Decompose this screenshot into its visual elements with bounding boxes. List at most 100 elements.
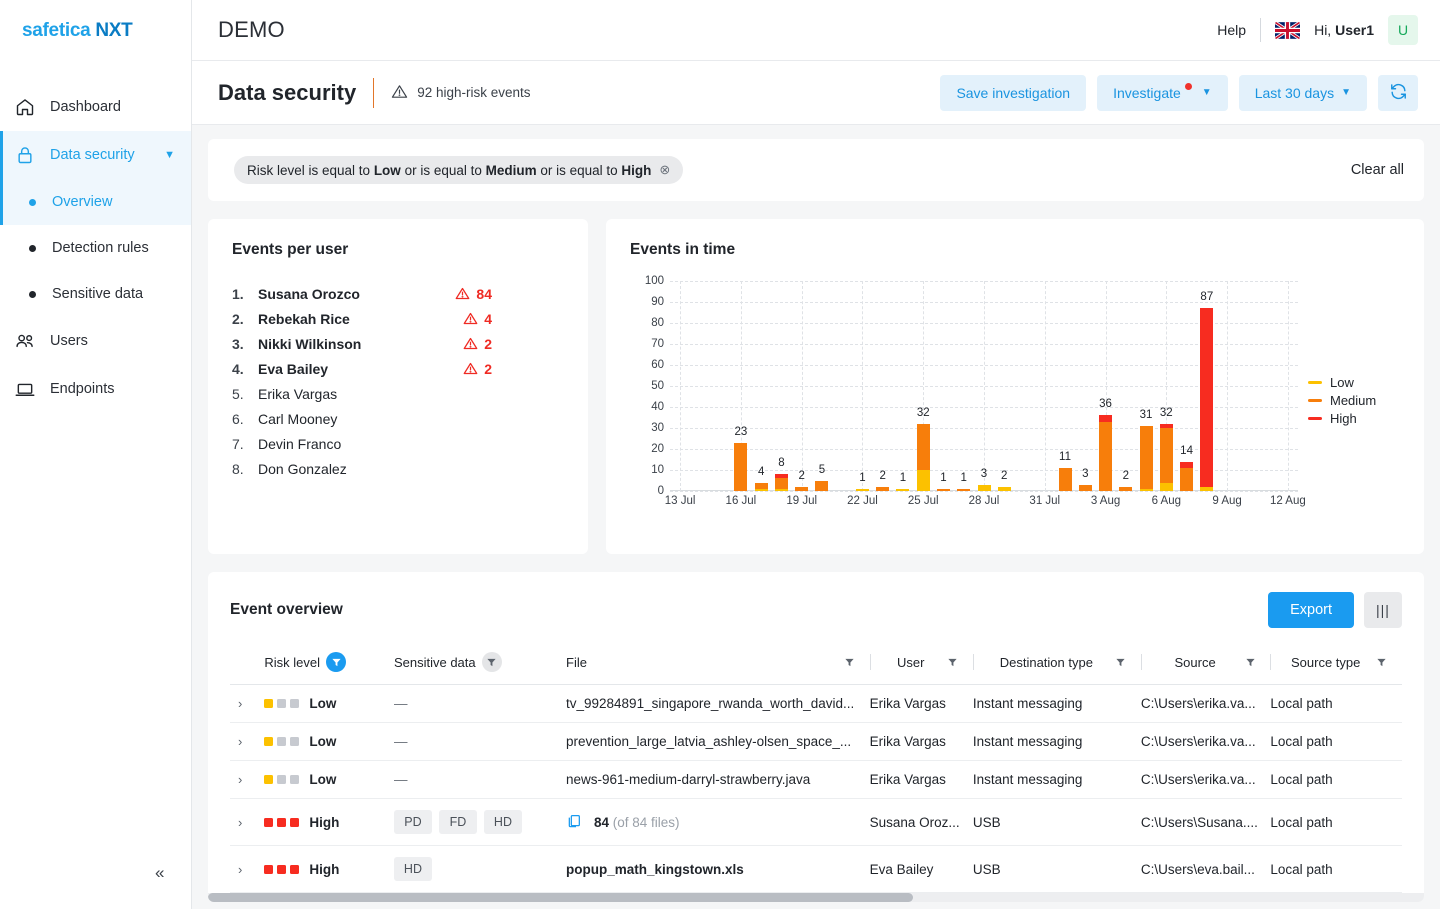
- cell-source: C:\Users\erika.va...: [1140, 684, 1271, 723]
- risk-dots: [264, 864, 300, 874]
- expand-row-icon[interactable]: ›: [230, 696, 242, 711]
- chart-bar-segment-medium: [1078, 484, 1092, 491]
- chart-bar[interactable]: [1200, 308, 1214, 491]
- legend-color-swatch: [1308, 398, 1322, 402]
- columns-icon[interactable]: |||: [1364, 592, 1402, 628]
- investigate-button[interactable]: Investigate ▼: [1097, 74, 1228, 111]
- save-investigation-button[interactable]: Save investigation: [940, 74, 1087, 111]
- sidebar-item-overview[interactable]: Overview: [0, 179, 191, 225]
- filter-icon-user[interactable]: [943, 652, 963, 672]
- copy-files-icon[interactable]: [566, 813, 582, 832]
- filter-chip-risk-level[interactable]: Risk level is equal to Low or is equal t…: [234, 156, 684, 184]
- filter-icon-source_type[interactable]: [1372, 652, 1392, 672]
- expand-row-icon[interactable]: ›: [230, 862, 242, 877]
- expand-row-icon[interactable]: ›: [230, 815, 242, 830]
- risk-dot: [290, 699, 300, 708]
- chart-bar[interactable]: [855, 488, 869, 491]
- chart-bar[interactable]: [754, 482, 768, 491]
- events-per-user-row[interactable]: 3. Nikki Wilkinson 2: [232, 331, 564, 356]
- chevron-down-icon: ▼: [1341, 87, 1351, 98]
- events-per-user-row[interactable]: 2. Rebekah Rice 4: [232, 306, 564, 331]
- events-per-user-row[interactable]: 1. Susana Orozco 84: [232, 281, 564, 306]
- close-icon[interactable]: ⊗: [659, 162, 670, 178]
- chart-bar-label: 11: [1059, 450, 1071, 463]
- sensitive-data-tag[interactable]: PD: [393, 810, 432, 834]
- chart-bar[interactable]: [1180, 461, 1194, 491]
- cell-sensitive-data: PD FD HD: [393, 798, 566, 846]
- chart-bar-segment-medium: [815, 480, 829, 491]
- filter-icon-destination[interactable]: [1111, 652, 1131, 672]
- chart-bar-segment-high: [1200, 308, 1214, 487]
- date-range-button[interactable]: Last 30 days ▼: [1238, 74, 1367, 111]
- chart-legend-item[interactable]: Low: [1308, 373, 1400, 391]
- sidebar-collapse-button[interactable]: «: [155, 864, 164, 881]
- events-per-user-row[interactable]: 7. Devin Franco: [232, 431, 564, 456]
- expand-row-icon[interactable]: ›: [230, 772, 242, 787]
- chart-bar[interactable]: [1119, 486, 1133, 491]
- sensitive-data-tag[interactable]: FD: [438, 810, 477, 834]
- chart-bar[interactable]: [977, 484, 991, 491]
- chart-bar[interactable]: [1159, 423, 1173, 491]
- risk-dots: [264, 817, 300, 827]
- events-per-user-row[interactable]: 8. Don Gonzalez: [232, 456, 564, 481]
- sensitive-data-tag[interactable]: HD: [483, 810, 522, 834]
- filter-icon-source[interactable]: [1240, 652, 1260, 672]
- filter-icon-file[interactable]: [840, 652, 860, 672]
- filter-icon-sensitive[interactable]: [481, 652, 502, 672]
- content-area: Risk level is equal to Low or is equal t…: [192, 125, 1440, 909]
- chart-bar-segment-low: [977, 484, 991, 491]
- chart-bar[interactable]: [876, 486, 890, 491]
- export-button[interactable]: Export: [1268, 592, 1354, 628]
- expand-row-icon[interactable]: ›: [230, 734, 242, 749]
- sidebar-item-sensitive-data[interactable]: Sensitive data: [0, 271, 191, 317]
- chart-bar[interactable]: [896, 488, 910, 491]
- legend-color-swatch: [1308, 380, 1322, 384]
- table-row[interactable]: › High PD FD HD 84 (of 84 files) Susana Oroz..…: [230, 798, 1402, 846]
- events-per-user-list: 1. Susana Orozco 84 2. Rebekah Rice 4 3. Nikki …: [232, 281, 564, 481]
- brand-part2: NXT: [95, 19, 133, 41]
- chart-bar[interactable]: [1078, 484, 1092, 491]
- events-per-user-row[interactable]: 6. Carl Mooney: [232, 406, 564, 431]
- clear-all-button[interactable]: Clear all: [1351, 162, 1404, 178]
- sidebar-item-endpoints[interactable]: Endpoints: [0, 365, 191, 413]
- events-per-user-row[interactable]: 5. Erika Vargas: [232, 381, 564, 406]
- sidebar-item-dashboard[interactable]: Dashboard: [0, 83, 191, 131]
- chart-y-tick: 20: [651, 443, 664, 455]
- chart-legend-item[interactable]: High: [1308, 409, 1400, 427]
- cell-file: popup_math_kingstown.xls: [566, 845, 870, 893]
- chevron-down-icon[interactable]: ▼: [164, 149, 175, 161]
- chart-bar[interactable]: [997, 486, 1011, 491]
- chart-bar[interactable]: [815, 480, 829, 491]
- users-icon: [14, 330, 36, 352]
- sidebar-item-detection-rules[interactable]: Detection rules: [0, 225, 191, 271]
- chart-x-tick: 9 Aug: [1212, 495, 1242, 507]
- table-row[interactable]: › Low — tv_99284891_singapore_rwanda_worth_…: [230, 684, 1402, 723]
- chart-bar[interactable]: [795, 486, 809, 491]
- events-per-user-row[interactable]: 4. Eva Bailey 2: [232, 356, 564, 381]
- chart-legend-item[interactable]: Medium: [1308, 391, 1400, 409]
- table-row[interactable]: › High HD popup_math_kingstown.xls Eva Baile…: [230, 845, 1402, 893]
- avatar[interactable]: U: [1388, 15, 1418, 45]
- chart-bar[interactable]: [936, 488, 950, 491]
- topbar-right: Help Hi, User1 U: [1217, 15, 1418, 45]
- table-row[interactable]: › Low — news-961-medium-darryl-strawberry.j…: [230, 760, 1402, 799]
- chart-bar-segment-medium: [936, 488, 950, 491]
- chart-bar[interactable]: [957, 488, 971, 491]
- laptop-icon: [14, 378, 36, 400]
- flag-uk-icon[interactable]: [1275, 21, 1301, 39]
- sidebar-subitem-label: Overview: [52, 194, 113, 210]
- app-root: safetica NXT Dashboard Data security ▼ O…: [0, 0, 1440, 909]
- filter-icon-risk[interactable]: [326, 652, 347, 672]
- chart-bar[interactable]: [1139, 425, 1153, 491]
- chart-bar-segment-low: [997, 486, 1011, 491]
- sidebar-item-data-security[interactable]: Data security ▼: [0, 131, 191, 179]
- brand-logo[interactable]: safetica NXT: [0, 0, 191, 61]
- event-overview-table: Risk level Sensitive data File User Destinat…: [230, 644, 1402, 902]
- help-link[interactable]: Help: [1217, 22, 1246, 38]
- table-row[interactable]: › Low — prevention_large_latvia_ashley-olse…: [230, 722, 1402, 761]
- horizontal-scrollbar[interactable]: [208, 893, 1424, 902]
- sidebar-item-users[interactable]: Users: [0, 317, 191, 365]
- refresh-button[interactable]: [1378, 74, 1418, 111]
- cell-file: 84 (of 84 files): [566, 798, 870, 846]
- sensitive-data-tag[interactable]: HD: [393, 857, 432, 881]
